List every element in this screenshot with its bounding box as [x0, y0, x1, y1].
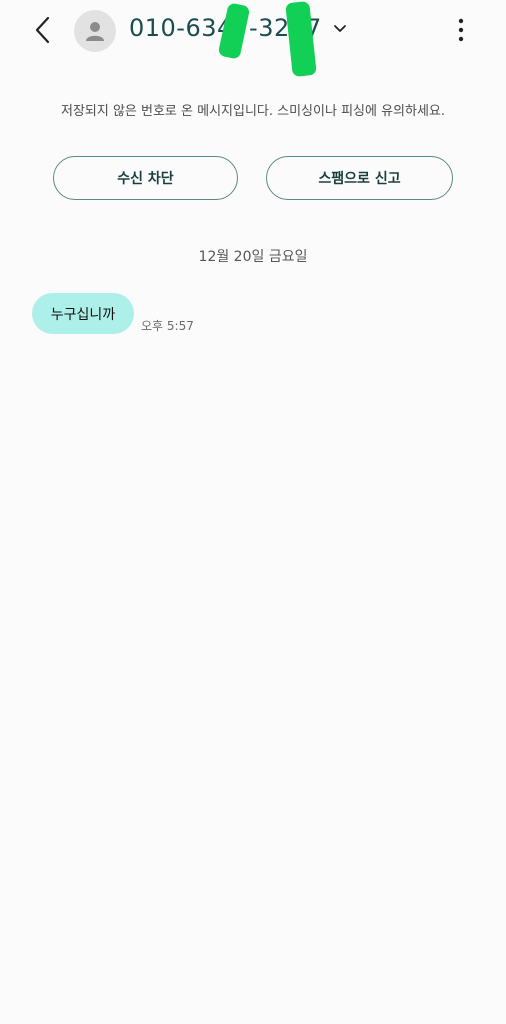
incoming-message-bubble[interactable]: 누구십니까 [32, 293, 134, 334]
message-timestamp: 오후 5:57 [141, 319, 194, 333]
chevron-left-icon [35, 16, 50, 44]
unsaved-number-warning: 저장되지 않은 번호로 온 메시지입니다. 스미싱이나 피싱에 유의하세요. [60, 104, 446, 119]
report-spam-button[interactable]: 스팸으로 신고 [266, 156, 453, 200]
avatar[interactable] [74, 10, 116, 52]
back-button[interactable] [26, 14, 58, 46]
conversation-header: 010-634 -32 7 [0, 0, 506, 78]
more-options-button[interactable] [446, 14, 476, 46]
contact-dropdown-button[interactable] [331, 20, 349, 38]
redaction-mark [285, 0, 317, 78]
block-button[interactable]: 수신 차단 [53, 156, 238, 200]
date-divider: 12월 20일 금요일 [198, 249, 308, 265]
more-vertical-icon [458, 18, 464, 42]
person-icon [86, 22, 104, 41]
chevron-down-icon [334, 25, 346, 32]
